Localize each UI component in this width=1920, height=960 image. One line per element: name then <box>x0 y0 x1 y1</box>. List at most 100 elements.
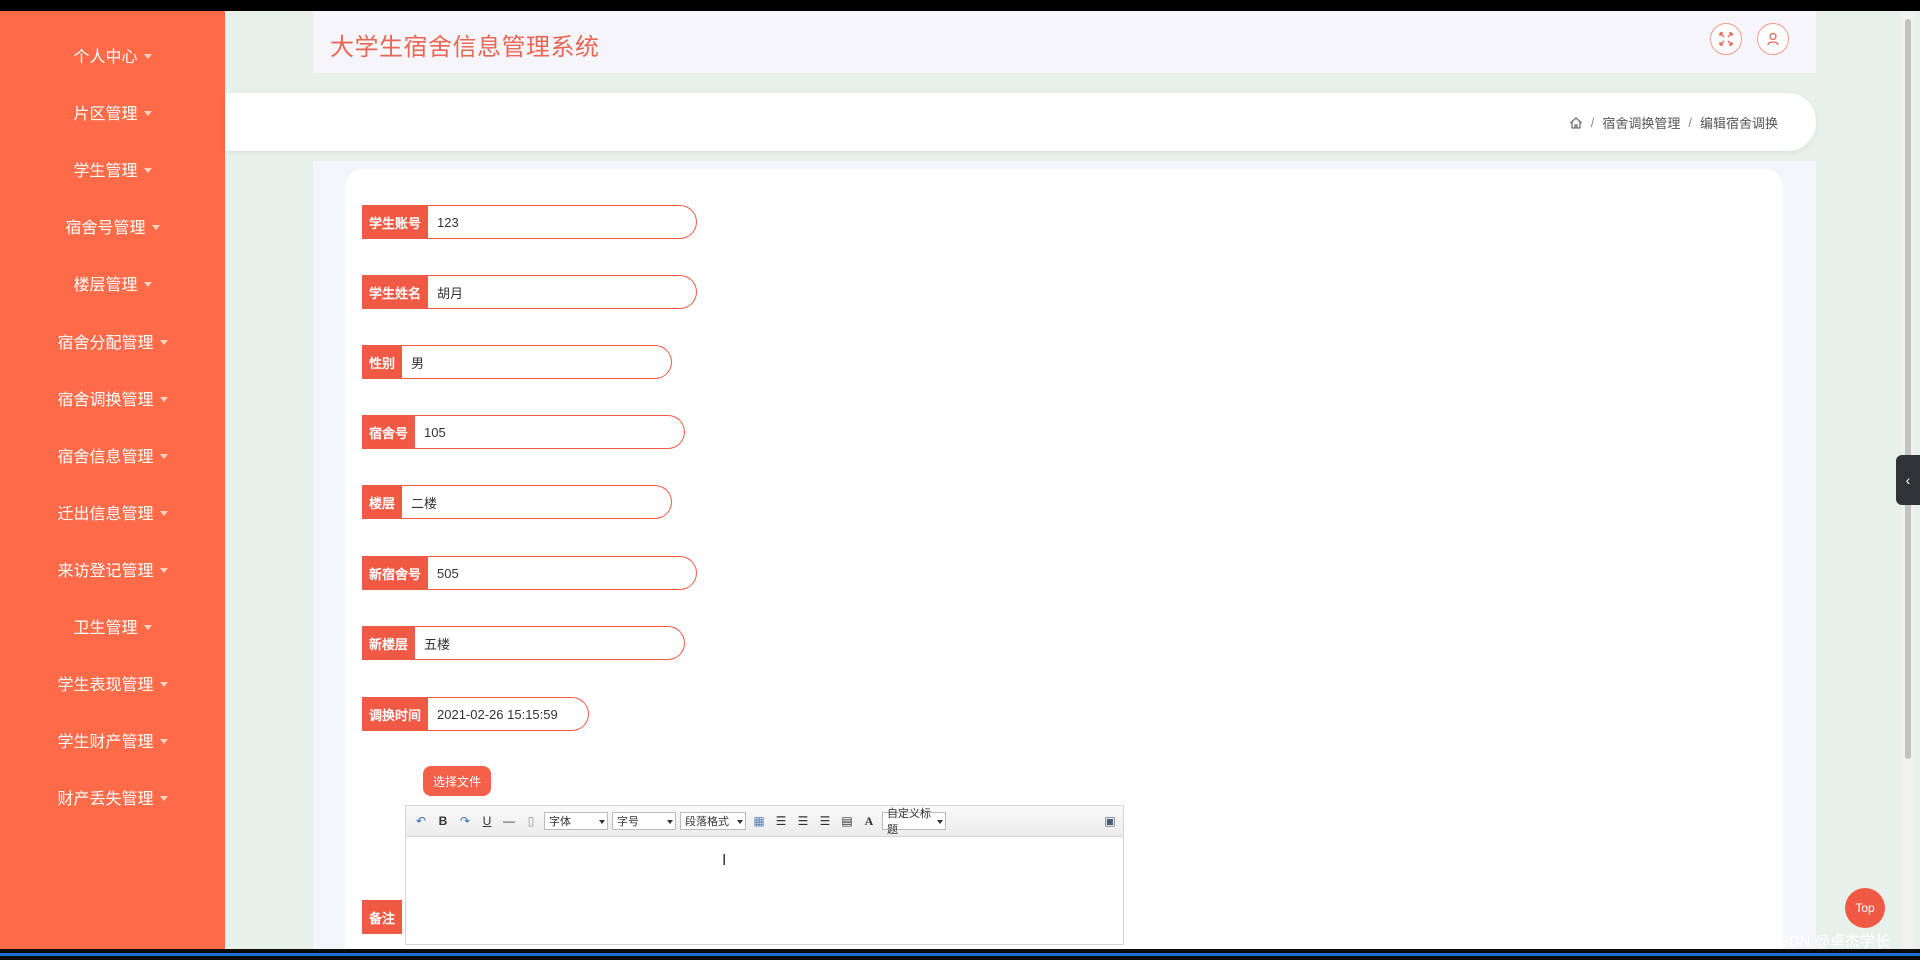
field-label: 楼层 <box>362 485 403 519</box>
floor-input[interactable]: 二楼 <box>402 485 673 519</box>
progress-line <box>0 953 1920 956</box>
gender-input[interactable]: 男 <box>402 345 673 379</box>
caret-down-icon <box>143 53 152 59</box>
new-dorm-number-input[interactable]: 505 <box>428 556 698 590</box>
sidebar-item-label: 楼层管理 <box>73 277 138 294</box>
sidebar-item-label: 迁出信息管理 <box>57 506 154 523</box>
breadcrumb-bar: / 宿舍调换管理 / 编辑宿舍调换 <box>225 93 1816 151</box>
font-family-select[interactable]: 字体 <box>544 812 608 830</box>
sidebar-item-label: 卫生管理 <box>73 620 138 637</box>
user-icon <box>1767 32 1779 46</box>
table-icon[interactable]: ▦ <box>750 812 768 830</box>
undo-icon[interactable]: ↶ <box>412 812 430 830</box>
bold-icon[interactable]: B <box>434 812 452 830</box>
caret-down-icon <box>143 624 152 630</box>
align-justify-icon[interactable]: ▤ <box>838 812 856 830</box>
custom-title-select[interactable]: 自定义标题 <box>882 808 946 836</box>
rich-text-editor: ↶ B ↷ U — ▯ 字体 字号 段落格式 ▦ ☰ ☰ ☰ ▤ A 自定义标题… <box>405 805 1124 945</box>
redo-icon[interactable]: ↷ <box>456 812 474 830</box>
fullscreen-icon <box>1719 32 1733 46</box>
sidebar-item-label: 宿舍调换管理 <box>57 392 154 409</box>
user-button[interactable] <box>1757 23 1789 55</box>
sidebar-item-area[interactable]: 片区管理 <box>0 92 225 132</box>
sidebar-item-label: 学生管理 <box>73 163 138 180</box>
scrollbar-thumb[interactable] <box>1905 19 1911 759</box>
caret-down-icon <box>143 281 152 287</box>
back-to-top-button[interactable]: Top <box>1845 888 1885 928</box>
align-left-icon[interactable]: ☰ <box>772 812 790 830</box>
home-icon[interactable] <box>1569 116 1583 130</box>
field-label: 调换时间 <box>362 697 429 731</box>
page-icon[interactable]: ▯ <box>522 812 540 830</box>
sidebar-item-label: 片区管理 <box>73 106 138 123</box>
caret-down-icon <box>159 510 168 516</box>
font-color-icon[interactable]: A <box>860 812 878 830</box>
editor-toolbar: ↶ B ↷ U — ▯ 字体 字号 段落格式 ▦ ☰ ☰ ☰ ▤ A 自定义标题… <box>406 806 1123 837</box>
watermark: CSDN @卓杰学长 <box>1768 933 1890 950</box>
field-swap-time: 调换时间 2021-02-26 15:15:59 <box>362 697 590 731</box>
caret-down-icon <box>159 396 168 402</box>
swap-time-input[interactable]: 2021-02-26 15:15:59 <box>428 697 590 731</box>
sidebar-item-label: 来访登记管理 <box>57 563 154 580</box>
sidebar-item-label: 学生财产管理 <box>57 734 154 751</box>
font-size-select[interactable]: 字号 <box>612 812 676 830</box>
field-new-dorm-number: 新宿舍号 505 <box>362 556 698 590</box>
caret-down-icon <box>159 738 168 744</box>
caret-down-icon <box>159 795 168 801</box>
taskbar-strip <box>0 949 1920 960</box>
horizontal-rule-icon[interactable]: — <box>500 812 518 830</box>
field-floor: 楼层 二楼 <box>362 485 673 519</box>
caret-down-icon <box>151 224 160 230</box>
sidebar-item-floor[interactable]: 楼层管理 <box>0 263 225 303</box>
breadcrumb-level1[interactable]: 宿舍调换管理 <box>1602 113 1680 132</box>
paragraph-format-select[interactable]: 段落格式 <box>680 812 746 830</box>
fullscreen-button[interactable] <box>1710 23 1742 55</box>
field-dorm-number: 宿舍号 105 <box>362 415 686 449</box>
field-gender: 性别 男 <box>362 345 673 379</box>
student-account-input[interactable]: 123 <box>428 205 698 239</box>
sidebar-item-dorm-swap[interactable]: 宿舍调换管理 <box>0 378 225 418</box>
align-right-icon[interactable]: ☰ <box>794 812 812 830</box>
breadcrumb-separator: / <box>1688 115 1692 130</box>
sidebar-item-label: 宿舍号管理 <box>65 220 146 237</box>
collapse-panel-button[interactable]: ‹ <box>1896 455 1920 505</box>
breadcrumb: / 宿舍调换管理 / 编辑宿舍调换 <box>1569 113 1778 132</box>
sidebar-item-label: 宿舍分配管理 <box>57 335 154 352</box>
header: 大学生宿舍信息管理系统 <box>313 11 1816 73</box>
field-new-floor: 新楼层 五楼 <box>362 626 686 660</box>
source-code-icon[interactable]: ▣ <box>1101 812 1119 830</box>
sidebar-item-hygiene[interactable]: 卫生管理 <box>0 606 225 646</box>
student-name-input[interactable]: 胡月 <box>428 275 698 309</box>
sidebar-item-label: 宿舍信息管理 <box>57 449 154 466</box>
field-label: 新宿舍号 <box>362 556 429 590</box>
sidebar-item-dorm-number[interactable]: 宿舍号管理 <box>0 206 225 246</box>
sidebar: 个人中心 片区管理 学生管理 宿舍号管理 楼层管理 宿舍分配管理 宿舍调换管理 … <box>0 11 225 949</box>
sidebar-item-personal-center[interactable]: 个人中心 <box>0 35 225 75</box>
sidebar-item-move-out[interactable]: 迁出信息管理 <box>0 492 225 532</box>
sidebar-item-label: 学生表现管理 <box>57 677 154 694</box>
caret-down-icon <box>159 681 168 687</box>
caret-down-icon <box>143 167 152 173</box>
dorm-number-input[interactable]: 105 <box>415 415 686 449</box>
field-label: 学生姓名 <box>362 275 429 309</box>
sidebar-item-student[interactable]: 学生管理 <box>0 149 225 189</box>
align-center-icon[interactable]: ☰ <box>816 812 834 830</box>
sidebar-item-property-lost[interactable]: 财产丢失管理 <box>0 777 225 817</box>
field-label: 性别 <box>362 345 403 379</box>
sidebar-item-performance[interactable]: 学生表现管理 <box>0 663 225 703</box>
sidebar-item-visitor[interactable]: 来访登记管理 <box>0 549 225 589</box>
field-label: 新楼层 <box>362 626 416 660</box>
sidebar-item-property[interactable]: 学生财产管理 <box>0 720 225 760</box>
field-student-account: 学生账号 123 <box>362 205 698 239</box>
caret-down-icon <box>143 110 152 116</box>
app-title: 大学生宿舍信息管理系统 <box>330 34 600 61</box>
choose-file-button[interactable]: 选择文件 <box>423 766 492 796</box>
remark-label: 备注 <box>362 900 403 934</box>
field-label: 学生账号 <box>362 205 429 239</box>
sidebar-item-dorm-allocation[interactable]: 宿舍分配管理 <box>0 321 225 361</box>
sidebar-item-dorm-info[interactable]: 宿舍信息管理 <box>0 435 225 475</box>
field-label: 宿舍号 <box>362 415 416 449</box>
caret-down-icon <box>159 567 168 573</box>
new-floor-input[interactable]: 五楼 <box>415 626 686 660</box>
underline-icon[interactable]: U <box>478 812 496 830</box>
